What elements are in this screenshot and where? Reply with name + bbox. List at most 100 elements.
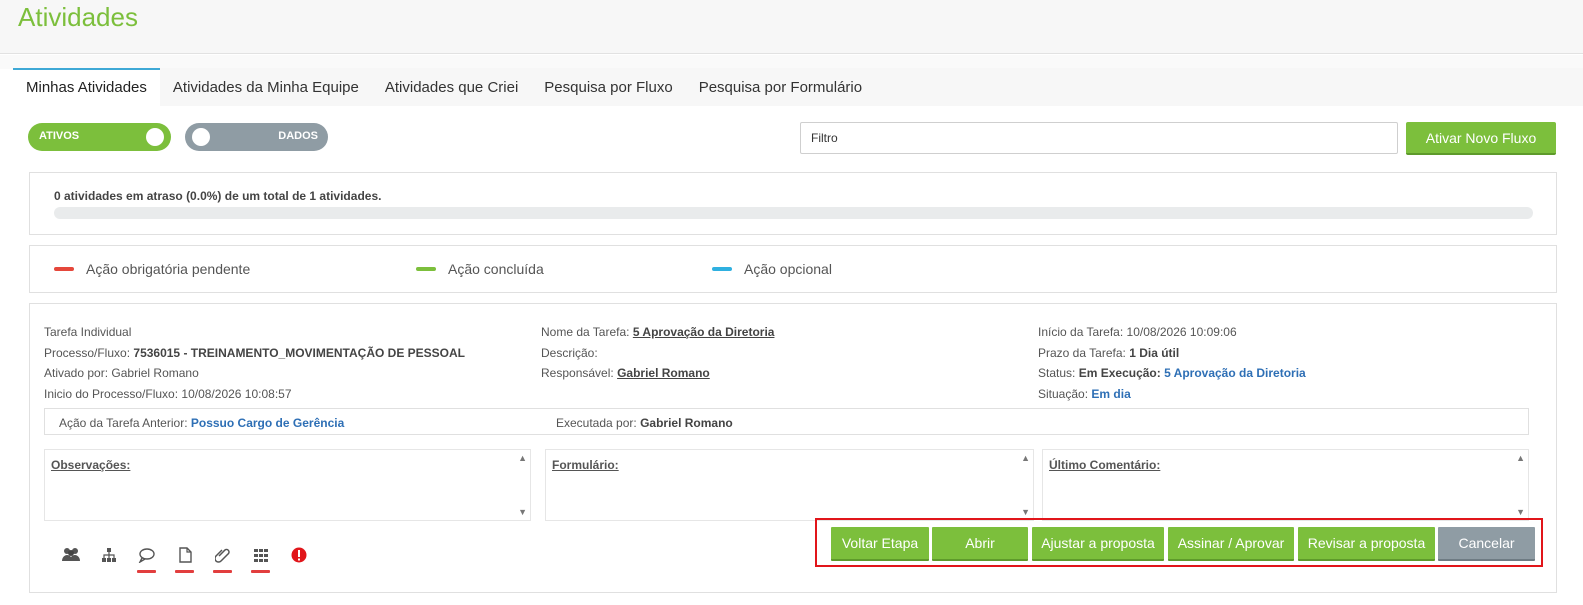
- process-start-line: Inicio do Processo/Fluxo: 10/08/2026 10:…: [44, 384, 465, 405]
- assinar-aprovar-button[interactable]: Assinar / Aprovar: [1168, 527, 1294, 561]
- dados-toggle[interactable]: DADOS: [185, 123, 328, 151]
- task-info-column-3: Início da Tarefa: 10/08/2026 10:09:06 Pr…: [1038, 322, 1306, 404]
- page-header: Atividades: [0, 0, 1583, 54]
- responsible-link[interactable]: Gabriel Romano: [617, 366, 710, 380]
- description-label: Descrição:: [541, 345, 598, 360]
- deadline-label: Prazo da Tarefa:: [1038, 345, 1126, 360]
- deadline-line: Prazo da Tarefa: 1 Dia útil: [1038, 343, 1306, 364]
- grid-icon[interactable]: [242, 547, 280, 575]
- pending-underline: [251, 570, 270, 573]
- executed-by-value: Gabriel Romano: [640, 416, 733, 430]
- activated-value: Gabriel Romano: [111, 366, 199, 380]
- responsible-line: Responsável: Gabriel Romano: [541, 363, 774, 384]
- task-info-column-1: Tarefa Individual Processo/Fluxo: 753601…: [44, 322, 465, 404]
- task-name-label: Nome da Tarefa:: [541, 325, 630, 339]
- scroll-up-icon[interactable]: ▲: [1516, 453, 1525, 463]
- task-start-line: Início da Tarefa: 10/08/2026 10:09:06: [1038, 322, 1306, 343]
- task-info-column-2: Nome da Tarefa: 5 Aprovação da Diretoria…: [541, 322, 774, 384]
- scroll-down-icon[interactable]: ▼: [1516, 507, 1525, 517]
- responsible-label: Responsável:: [541, 366, 614, 380]
- pending-underline: [137, 570, 156, 573]
- task-type: Tarefa Individual: [44, 325, 132, 339]
- ajustar-proposta-button[interactable]: Ajustar a proposta: [1032, 527, 1164, 561]
- voltar-etapa-button[interactable]: Voltar Etapa: [831, 527, 929, 561]
- status-label: Status:: [1038, 366, 1076, 380]
- comment-icon[interactable]: [128, 547, 166, 575]
- tab-atividades-que-criei[interactable]: Atividades que Criei: [372, 68, 531, 106]
- process-start-value: 10/08/2026 10:08:57: [181, 386, 292, 401]
- tab-minhas-atividades[interactable]: Minhas Atividades: [13, 68, 160, 106]
- legend-label: Ação obrigatória pendente: [86, 261, 251, 277]
- observations-label: Observações:: [51, 458, 131, 472]
- executed-by-label: Executada por:: [556, 416, 637, 430]
- last-comment-box[interactable]: Último Comentário: ▲ ▼: [1042, 449, 1529, 521]
- legend-panel: Ação obrigatória pendente Ação concluída…: [29, 245, 1557, 293]
- previous-action: Ação da Tarefa Anterior: Possuo Cargo de…: [59, 416, 344, 430]
- scroll-down-icon[interactable]: ▼: [518, 507, 527, 517]
- prev-action-label: Ação da Tarefa Anterior:: [59, 416, 188, 430]
- last-comment-label: Último Comentário:: [1049, 458, 1161, 472]
- abrir-button[interactable]: Abrir: [932, 527, 1028, 561]
- page-title: Atividades: [18, 2, 138, 32]
- scroll-down-icon[interactable]: ▼: [1021, 507, 1030, 517]
- revisar-proposta-button[interactable]: Revisar a proposta: [1298, 527, 1435, 561]
- task-start-label: Início da Tarefa:: [1038, 325, 1124, 339]
- overdue-stats-panel: 0 atividades em atraso (0.0%) de um tota…: [29, 172, 1557, 235]
- task-start-value: 10/08/2026 10:09:06: [1126, 325, 1237, 339]
- paperclip-icon[interactable]: [204, 547, 242, 575]
- header-spacer: [0, 55, 1583, 69]
- form-label: Formulário:: [552, 458, 619, 472]
- tab-atividades-da-minha-equipe[interactable]: Atividades da Minha Equipe: [160, 68, 372, 106]
- legend-swatch: [416, 267, 436, 271]
- toggle-knob: [146, 128, 164, 146]
- scroll-up-icon[interactable]: ▲: [1021, 453, 1030, 463]
- process-value: 7536015 - TREINAMENTO_MOVIMENTAÇÃO DE PE…: [133, 345, 466, 360]
- process-label: Processo/Fluxo:: [44, 345, 131, 360]
- situation-label: Situação:: [1038, 386, 1089, 401]
- process-line: Processo/Fluxo: 7536015 - TREINAMENTO_MO…: [44, 343, 465, 364]
- tab-pesquisa-por-formulario[interactable]: Pesquisa por Formulário: [686, 68, 875, 106]
- legend-swatch: [712, 267, 732, 271]
- document-icon[interactable]: [166, 547, 204, 575]
- deadline-value: 1 Dia útil: [1129, 345, 1180, 360]
- filter-input[interactable]: [800, 122, 1398, 154]
- toggle-knob: [192, 128, 210, 146]
- form-box[interactable]: Formulário: ▲ ▼: [545, 449, 1034, 521]
- ativos-toggle[interactable]: ATIVOS: [28, 123, 171, 151]
- situation-value: Em dia: [1091, 386, 1131, 401]
- legend-label: Ação opcional: [744, 261, 832, 277]
- legend-item-optional: Ação opcional: [712, 261, 832, 277]
- description-line: Descrição:: [541, 343, 774, 364]
- overdue-stats-text: 0 atividades em atraso (0.0%) de um tota…: [54, 189, 382, 203]
- users-icon[interactable]: [52, 547, 90, 575]
- previous-action-bar: Ação da Tarefa Anterior: Possuo Cargo de…: [44, 408, 1529, 435]
- situation-line: Situação: Em dia: [1038, 384, 1306, 405]
- overdue-progress-bar: [54, 207, 1533, 219]
- activated-line: Ativado por: Gabriel Romano: [44, 363, 465, 384]
- prev-action-value: Possuo Cargo de Gerência: [190, 416, 345, 430]
- ativos-toggle-label: ATIVOS: [39, 130, 80, 142]
- legend-item-pending: Ação obrigatória pendente: [54, 261, 250, 277]
- executed-by: Executada por: Gabriel Romano: [556, 416, 733, 430]
- hierarchy-icon[interactable]: [90, 547, 128, 575]
- observations-box[interactable]: Observações: ▲ ▼: [44, 449, 531, 521]
- task-icon-bar: [52, 547, 318, 575]
- legend-swatch: [54, 267, 74, 271]
- scroll-up-icon[interactable]: ▲: [518, 453, 527, 463]
- status-line: Status: Em Execução: 5 Aprovação da Dire…: [1038, 363, 1306, 384]
- activated-label: Ativado por:: [44, 366, 109, 380]
- new-flow-button[interactable]: Ativar Novo Fluxo: [1406, 122, 1556, 155]
- tab-bar: Minhas Atividades Atividades da Minha Eq…: [13, 68, 1583, 106]
- cancelar-button[interactable]: Cancelar: [1438, 527, 1535, 561]
- status-value: Em Execução:: [1078, 366, 1161, 380]
- status-step: 5 Aprovação da Diretoria: [1164, 366, 1306, 380]
- task-name-link[interactable]: 5 Aprovação da Diretoria: [633, 325, 775, 339]
- process-start-label: Inicio do Processo/Fluxo:: [44, 386, 179, 401]
- task-name-line: Nome da Tarefa: 5 Aprovação da Diretoria: [541, 322, 774, 343]
- legend-item-done: Ação concluída: [416, 261, 544, 277]
- alert-icon[interactable]: [280, 547, 318, 575]
- tab-pesquisa-por-fluxo[interactable]: Pesquisa por Fluxo: [531, 68, 685, 106]
- pending-underline: [213, 570, 232, 573]
- pending-underline: [175, 570, 194, 573]
- dados-toggle-label: DADOS: [278, 130, 318, 142]
